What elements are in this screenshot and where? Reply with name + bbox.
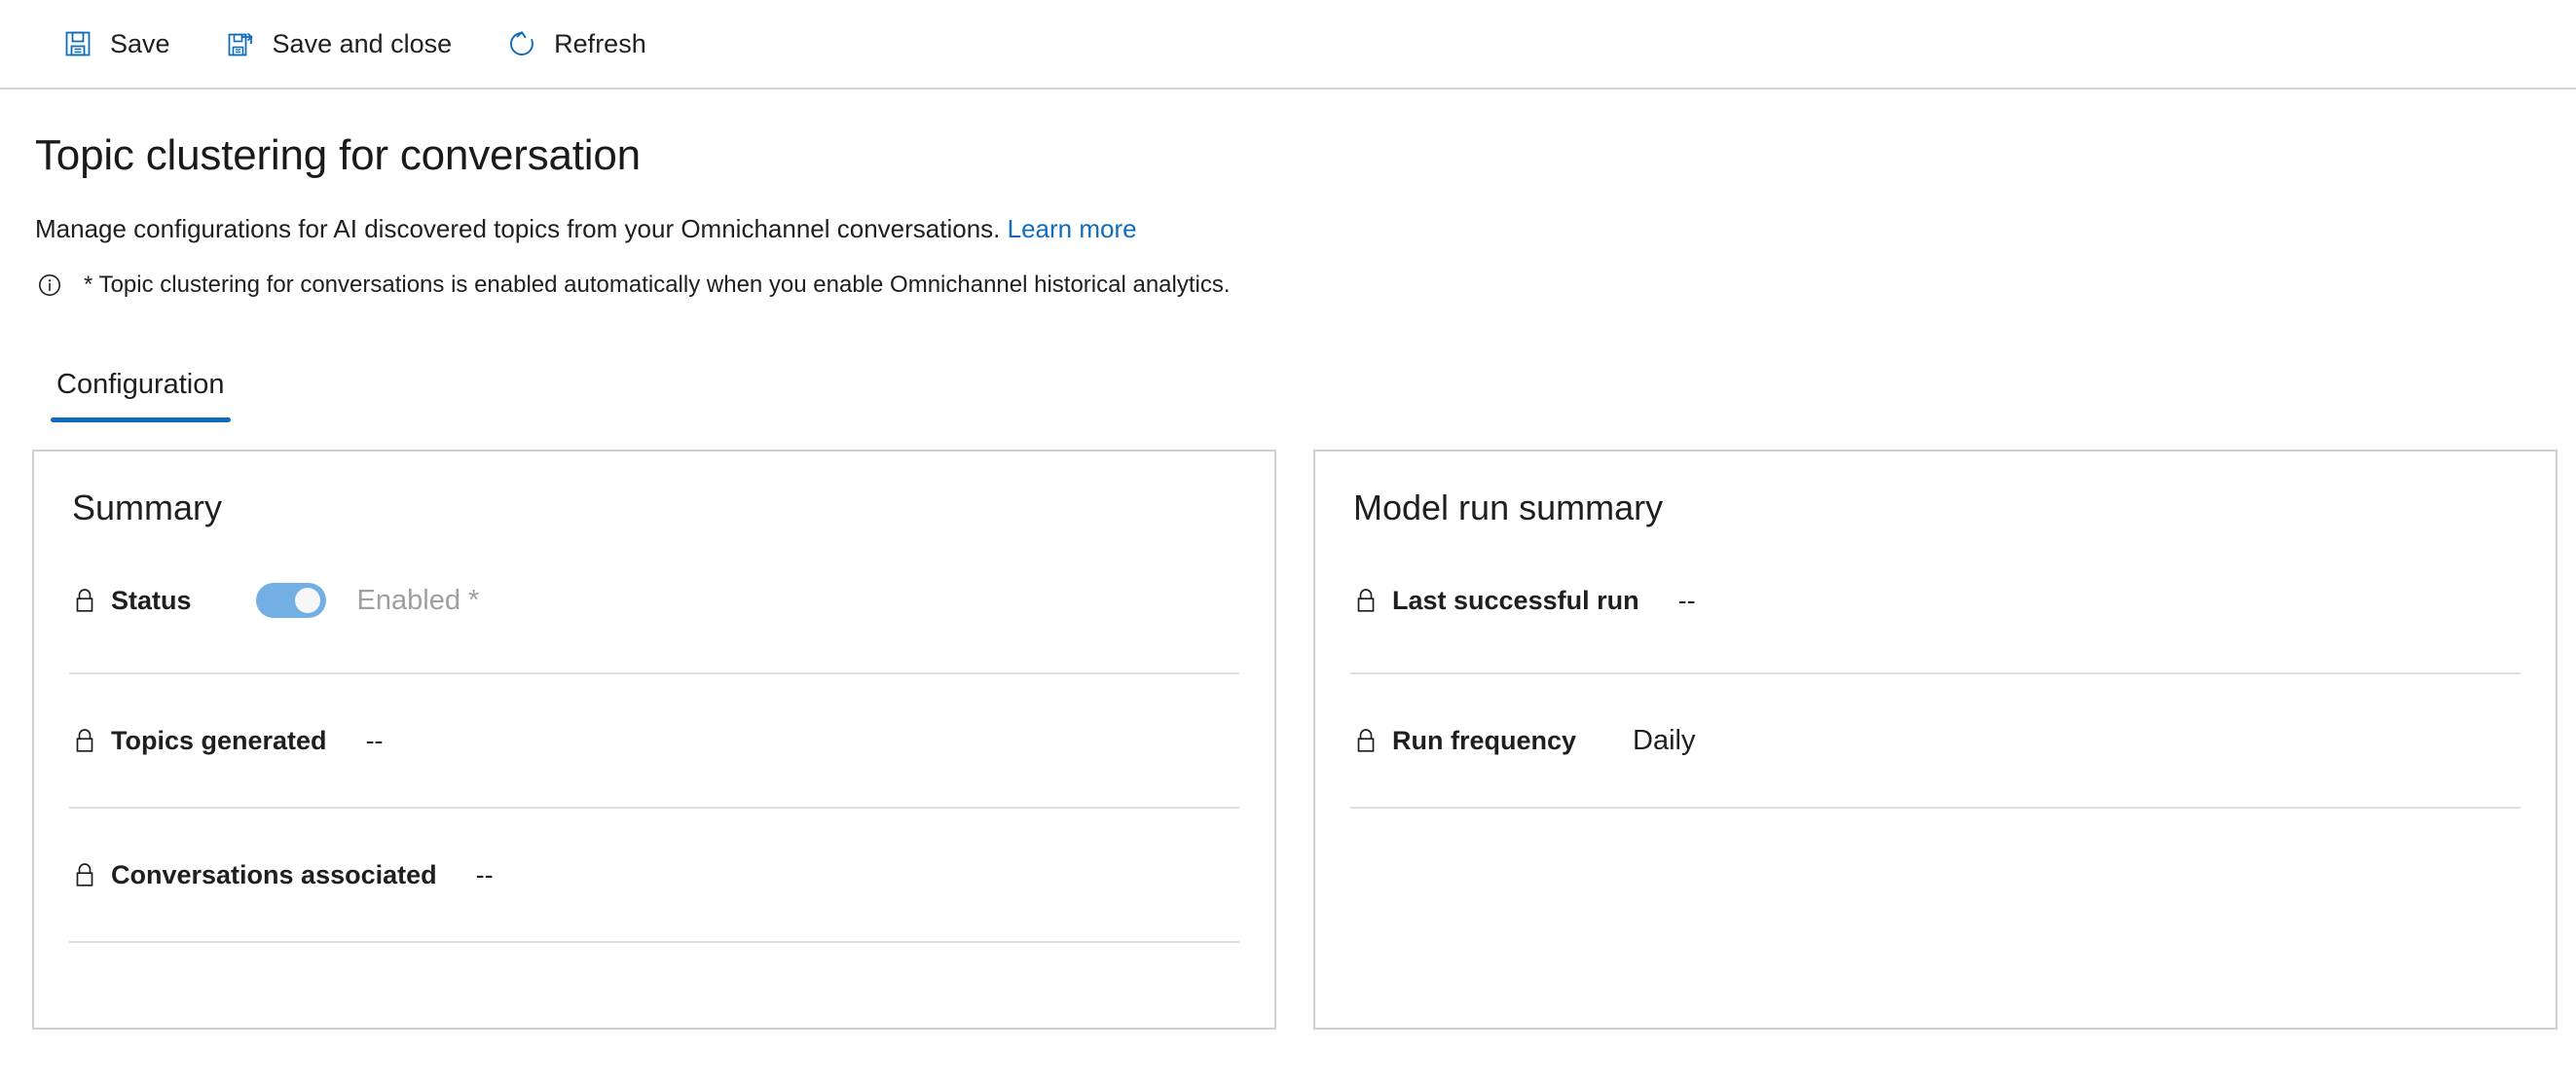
lock-icon [1353,586,1379,615]
status-toggle-group: Enabled * [255,583,480,619]
command-bar: Save Save and close Refresh [0,0,2576,90]
refresh-button-label: Refresh [554,28,646,58]
info-note: * Topic clustering for conversations is … [35,271,2576,300]
last-successful-run-label: Last successful run [1392,585,1639,615]
refresh-button[interactable]: Refresh [498,14,666,74]
conversations-associated-label: Conversations associated [111,859,437,889]
summary-card: Summary Status Enabled * Topics generate… [32,449,1276,1030]
status-row: Status Enabled * [69,528,1239,675]
run-frequency-label: Run frequency [1392,725,1577,755]
run-frequency-row: Run frequency Daily [1350,674,2521,810]
page-subtitle-text: Manage configurations for AI discovered … [35,214,1001,244]
status-label: Status [111,585,192,615]
save-and-close-icon [225,28,256,59]
cards-container: Summary Status Enabled * Topics generate… [0,449,2576,1030]
lock-icon [72,860,97,889]
save-and-close-button-label: Save and close [272,28,453,58]
run-frequency-value: Daily [1633,724,1696,756]
tab-configuration-label: Configuration [56,368,225,400]
refresh-icon [506,28,537,59]
learn-more-link[interactable]: Learn more [1008,214,1137,243]
topics-generated-row: Topics generated -- [69,674,1239,810]
page-header: Topic clustering for conversation Manage… [0,131,2576,300]
info-note-text: * Topic clustering for conversations is … [84,271,1231,298]
model-run-summary-card-title: Model run summary [1353,487,1664,527]
tab-list: Configuration [51,350,2576,422]
last-successful-run-value: -- [1677,585,1696,615]
save-icon [62,28,93,59]
status-toggle[interactable] [255,583,326,619]
lock-icon [72,726,97,755]
conversations-associated-value: -- [475,859,494,889]
last-successful-run-row: Last successful run -- [1350,528,2521,675]
lock-icon [72,586,97,615]
topics-generated-value: -- [365,725,384,755]
info-icon [35,271,64,300]
topics-generated-label: Topics generated [111,725,327,755]
lock-icon [1353,726,1379,755]
save-button-label: Save [110,28,170,58]
save-and-close-button[interactable]: Save and close [217,14,472,74]
save-button[interactable]: Save [55,14,190,74]
page-title: Topic clustering for conversation [35,131,641,179]
model-run-summary-card: Model run summary Last successful run --… [1313,449,2558,1030]
page-subtitle: Manage configurations for AI discovered … [35,213,2576,245]
tab-configuration[interactable]: Configuration [51,369,231,422]
summary-card-title: Summary [72,487,223,527]
status-toggle-knob [294,588,320,614]
conversations-associated-row: Conversations associated -- [69,809,1239,944]
status-toggle-value: Enabled * [356,584,480,616]
